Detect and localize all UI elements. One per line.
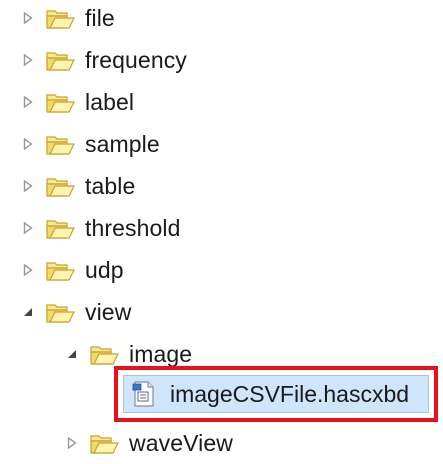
chevron-right-icon[interactable] [19, 135, 37, 153]
folder-icon [45, 174, 75, 198]
chevron-right-icon[interactable] [19, 177, 37, 195]
folder-open-icon [89, 342, 119, 366]
hascxbd-file-icon [132, 381, 156, 407]
tree-item-label: sample [85, 130, 160, 157]
folder-icon [45, 48, 75, 72]
tree-item-label: table [85, 172, 136, 199]
chevron-down-icon[interactable] [63, 345, 81, 363]
tree-item-udp[interactable]: udp [19, 249, 124, 291]
chevron-right-icon[interactable] [19, 51, 37, 69]
tree-item-label: view [85, 298, 132, 325]
tree-item-threshold[interactable]: threshold [19, 207, 181, 249]
tree-item-view[interactable]: view [19, 291, 131, 333]
tree-item-label: frequency [85, 46, 187, 73]
tree-item-label: image [129, 340, 193, 367]
chevron-right-icon[interactable] [19, 93, 37, 111]
tree-item-frequency[interactable]: frequency [19, 39, 187, 81]
tree-item-sample[interactable]: sample [19, 123, 160, 165]
folder-icon [45, 132, 75, 156]
chevron-right-icon[interactable] [19, 9, 37, 27]
tree-item-label-folder[interactable]: label [19, 81, 134, 123]
tree-item-file[interactable]: file [19, 0, 115, 39]
folder-icon [89, 431, 119, 455]
chevron-down-icon[interactable] [19, 303, 37, 321]
folder-icon [45, 6, 75, 30]
tree-item-label: waveView [129, 429, 233, 456]
highlight-box: imageCSVFile.hascxbd [114, 366, 438, 422]
folder-open-icon [45, 300, 75, 324]
chevron-right-icon[interactable] [63, 434, 81, 452]
folder-icon [45, 216, 75, 240]
chevron-right-icon[interactable] [19, 219, 37, 237]
folder-icon [45, 90, 75, 114]
tree-item-label: label [85, 88, 135, 115]
project-tree: file frequency label sample table thresh… [0, 0, 443, 454]
tree-item-label: threshold [85, 214, 181, 241]
tree-item-waveview[interactable]: waveView [63, 422, 233, 464]
tree-item-imagecsvfile[interactable]: imageCSVFile.hascxbd [123, 375, 429, 413]
tree-item-label: udp [85, 256, 124, 283]
chevron-right-icon[interactable] [19, 261, 37, 279]
tree-item-label: imageCSVFile.hascxbd [170, 380, 410, 407]
tree-item-label: file [85, 4, 115, 31]
tree-item-table[interactable]: table [19, 165, 135, 207]
folder-icon [45, 258, 75, 282]
